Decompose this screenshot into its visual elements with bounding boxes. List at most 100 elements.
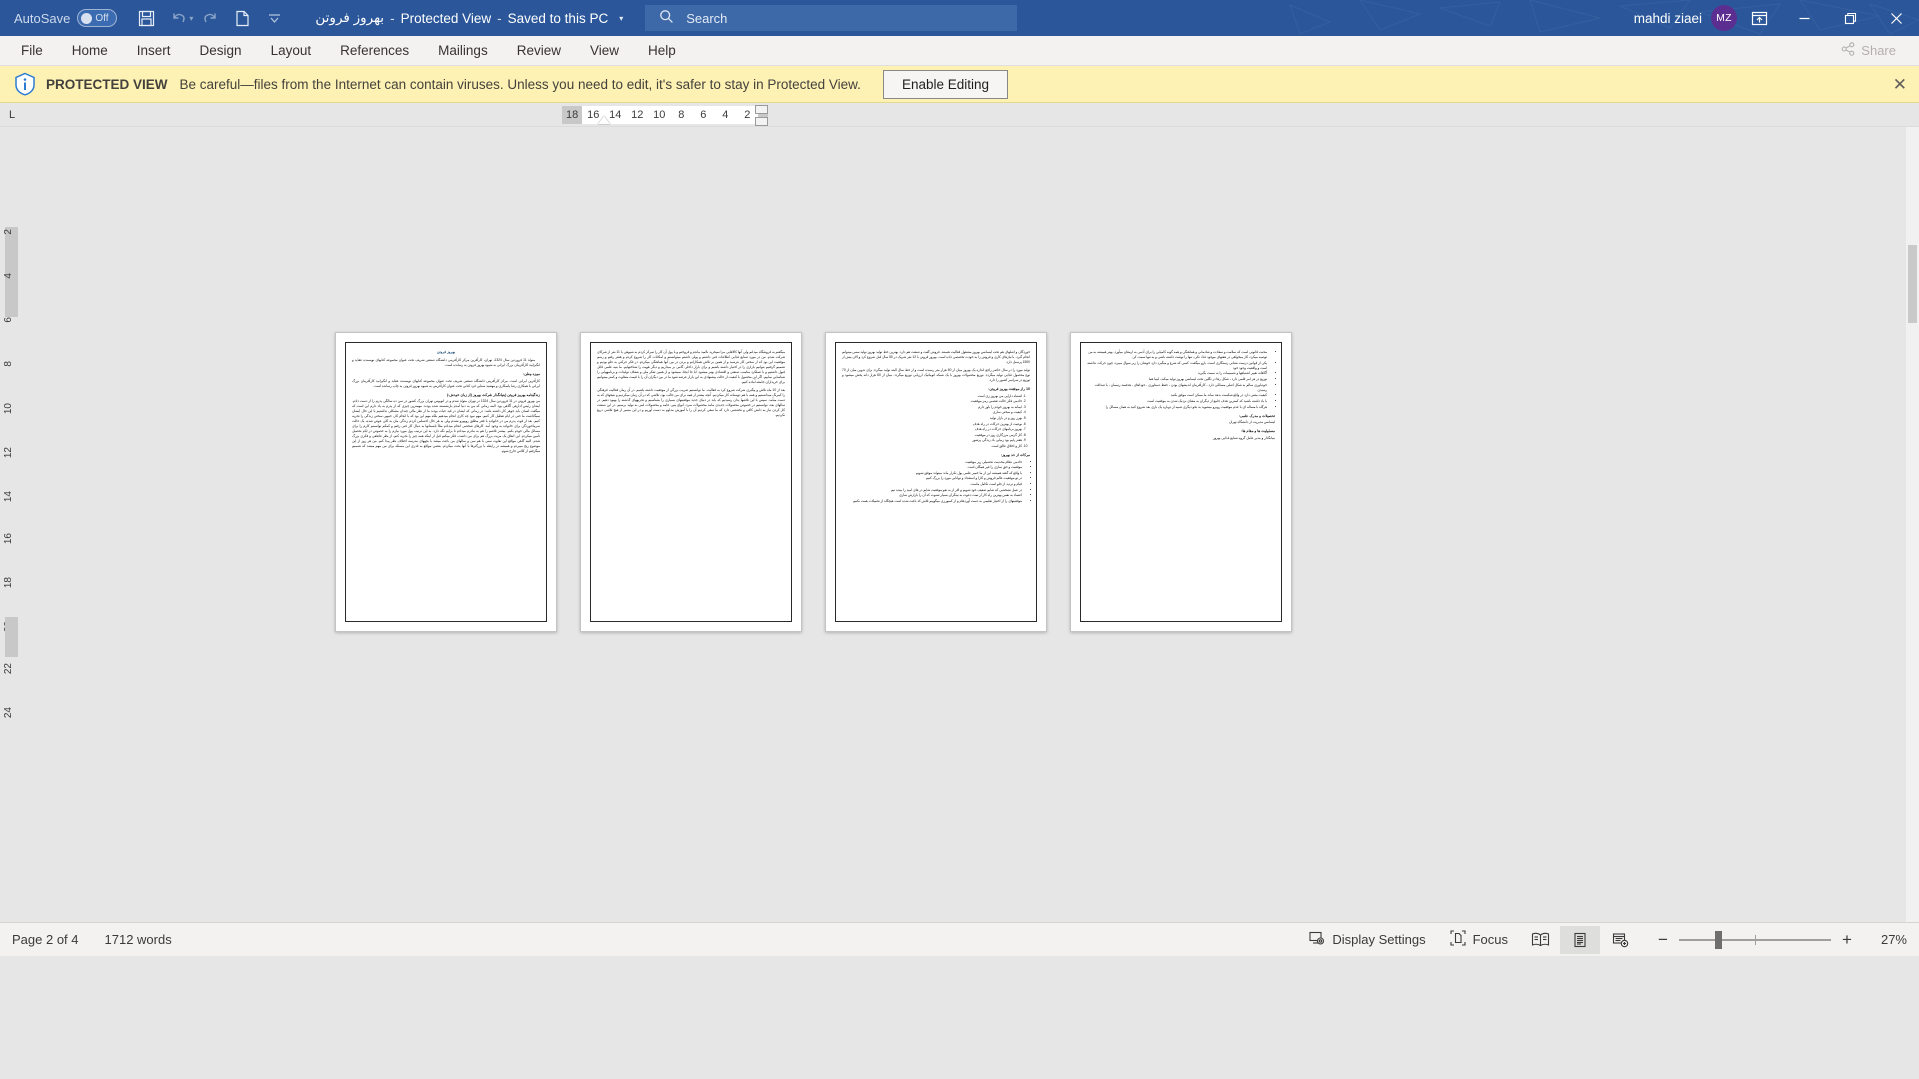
autosave-toggle[interactable]: Off [77, 9, 118, 27]
list-item: محبت قانونی است که سلامت و سعادت و شادما… [1087, 350, 1267, 360]
document-workspace[interactable]: 2 4 6 8 10 12 14 16 18 20 22 24 بهروز فر… [0, 127, 1919, 922]
vruler-tick-24: 24 [3, 707, 14, 719]
title-separator-1: - [390, 10, 395, 26]
tab-references[interactable]: References [327, 39, 422, 62]
list-item: آگاهانه تغییر اشتباهها و تصمیمات را به س… [1087, 371, 1267, 376]
page-4-education: لیسانس مدیریت از دانشگاه تهران [1228, 420, 1275, 425]
vruler-tick-10: 10 [3, 403, 14, 415]
vruler-tick-16: 16 [3, 533, 14, 545]
page-3-heading-2: مرکات از حد بهروز: [1000, 453, 1030, 458]
tab-file[interactable]: File [8, 39, 56, 62]
list-item: با یاد داشته باشید که کمترین هدف جامع از… [1087, 399, 1267, 404]
status-bar: Page 2 of 4 1712 words Display Settings [0, 922, 1919, 956]
tab-insert[interactable]: Insert [124, 39, 184, 62]
title-separator-2: - [497, 10, 502, 26]
zoom-in-button[interactable]: + [1840, 930, 1854, 950]
zoom-control[interactable]: − + 27% [1656, 930, 1907, 950]
redo-icon[interactable] [195, 4, 225, 32]
zoom-out-button[interactable]: − [1656, 930, 1670, 950]
vertical-scrollbar[interactable] [1906, 127, 1919, 922]
close-icon[interactable]: ✕ [1893, 66, 1907, 103]
tab-home[interactable]: Home [59, 39, 121, 62]
focus-button[interactable]: Focus [1438, 926, 1520, 953]
page-4-positions: بنیانگذار و مدیر عامل گروه صنایع غذایی ب… [1212, 435, 1275, 440]
word-count[interactable]: 1712 words [105, 932, 172, 947]
protected-view-status: Protected View [400, 10, 492, 26]
page-3-paragraph-2: تولید مورد را در سال حاضر راجع اندازه یک… [842, 368, 1030, 382]
save-icon[interactable] [131, 4, 161, 32]
tab-help[interactable]: Help [635, 39, 689, 62]
vruler-tick-18: 18 [3, 577, 14, 589]
undo-dropdown-icon[interactable]: ▾ [189, 14, 193, 23]
zoom-level[interactable]: 27% [1863, 932, 1907, 947]
page-3-bullet-list: خادمی نظام مخدمت تحصیلی زیر موفقیت موفقی… [842, 460, 1022, 504]
document-page-1[interactable]: بهروز فروتن متولد 11 فروردین سال 1324، ت… [335, 332, 557, 632]
tab-mailings[interactable]: Mailings [425, 39, 501, 62]
page-1-heading-1: موزه وطن: [523, 372, 540, 376]
enable-editing-button[interactable]: Enable Editing [882, 69, 1009, 99]
vruler-tick-4: 4 [3, 273, 14, 279]
document-page-4[interactable]: محبت قانونی است که سلامت و سعادت و شادما… [1070, 332, 1292, 632]
document-name: بهروز فروتن [315, 10, 385, 25]
document-page-3[interactable]: خوردگان و اصلهای هم تحت لیسانس بهروز مشغ… [825, 332, 1047, 632]
page-2-content: میگفتم به فروشگاه میدانم ولی آنها کالاها… [590, 342, 792, 622]
document-title[interactable]: بهروز فروتن - Protected View - Saved to … [315, 10, 623, 26]
chevron-down-icon[interactable]: ▾ [619, 14, 623, 23]
zoom-slider-thumb[interactable] [1715, 930, 1722, 949]
list-item: یکی از قوانین درست نشانی رستگاری است، با… [1087, 361, 1267, 371]
page-1-paragraph-1: متولد 11 فروردین سال 1324، تهران، کارآفر… [352, 358, 540, 367]
search-input[interactable]: Search [686, 11, 727, 26]
page-1-title: بهروز فروتن [436, 350, 456, 354]
ruler-row: L 18 16 14 12 10 8 6 4 2 [0, 103, 1919, 127]
tab-stop-selector[interactable]: L [0, 103, 24, 127]
list-item: کیفیت معنی دارد در واقع شکست بدهد نماند … [1087, 393, 1267, 398]
indent-marker-icon[interactable] [598, 116, 610, 124]
account-name[interactable]: mahdi ziaei [1634, 11, 1702, 26]
document-page-2[interactable]: میگفتم به فروشگاه میدانم ولی آنها کالاها… [580, 332, 802, 632]
tab-design[interactable]: Design [187, 39, 255, 62]
vertical-ruler-band-lower [5, 617, 18, 657]
print-layout-view-button[interactable] [1560, 925, 1600, 954]
info-shield-icon [14, 72, 36, 96]
vertical-scrollbar-thumb[interactable] [1908, 245, 1917, 323]
new-document-icon[interactable] [227, 4, 257, 32]
read-mode-view-button[interactable] [1520, 926, 1560, 954]
list-item: در تو موفقیت عالم فروش و کارا و استعداد … [842, 476, 1022, 481]
list-item: موفقیتهای را از اختیار تعلیمی به دست آور… [842, 499, 1022, 504]
ruler-handle-bottom[interactable] [755, 117, 768, 126]
list-item: با واقع که گفته همیشه این از ما خمیر علم… [842, 471, 1022, 476]
share-button: Share [1830, 39, 1907, 62]
autosave-state: Off [95, 12, 109, 24]
tab-view[interactable]: View [577, 39, 632, 62]
horizontal-ruler[interactable]: 18 16 14 12 10 8 6 4 2 [562, 106, 769, 124]
customize-quick-access-toolbar-icon[interactable] [259, 4, 289, 32]
vertical-ruler[interactable]: 2 4 6 8 10 12 14 16 18 20 22 24 [0, 127, 24, 922]
list-item: نوعیت از بهترین حرکات در راه هدف [842, 422, 1022, 427]
page-status[interactable]: Page 2 of 4 [12, 932, 79, 947]
ruler-tick-8: 8 [678, 109, 685, 121]
minimize-icon[interactable] [1781, 0, 1827, 36]
page-1-content: بهروز فروتن متولد 11 فروردین سال 1324، ت… [345, 342, 547, 622]
display-settings-button[interactable]: Display Settings [1297, 926, 1437, 953]
ruler-tick-10: 10 [653, 109, 666, 121]
list-item: بهرز روز و در بازار تولید [842, 416, 1022, 421]
title-bar: AutoSave Off ▾ بهروز فروتن - Protected V… [0, 0, 1919, 36]
tab-layout[interactable]: Layout [258, 39, 325, 62]
title-bar-right-group: mahdi ziaei MZ [1634, 0, 1919, 36]
focus-icon [1450, 930, 1466, 949]
page-4-heading-2: مسئولیت ها و مقام ها: [1241, 429, 1275, 434]
ribbon-display-options-icon[interactable] [1737, 0, 1781, 36]
web-layout-view-button[interactable] [1600, 926, 1640, 954]
page-4-heading-1: تحصیلات و مدرک علمی: [1238, 413, 1275, 418]
close-icon[interactable] [1873, 0, 1919, 36]
avatar[interactable]: MZ [1711, 5, 1737, 31]
zoom-slider[interactable] [1679, 930, 1831, 949]
autosave-control[interactable]: AutoSave Off [14, 9, 118, 27]
vruler-tick-2: 2 [3, 229, 14, 235]
vruler-tick-22: 22 [3, 663, 14, 675]
ruler-handle-top[interactable] [755, 105, 768, 114]
restore-icon[interactable] [1827, 0, 1873, 36]
search-box[interactable]: Search [645, 5, 1018, 31]
tab-review[interactable]: Review [504, 39, 574, 62]
list-item: بهروز برنامهای حرکات در راه هدف [842, 427, 1022, 432]
